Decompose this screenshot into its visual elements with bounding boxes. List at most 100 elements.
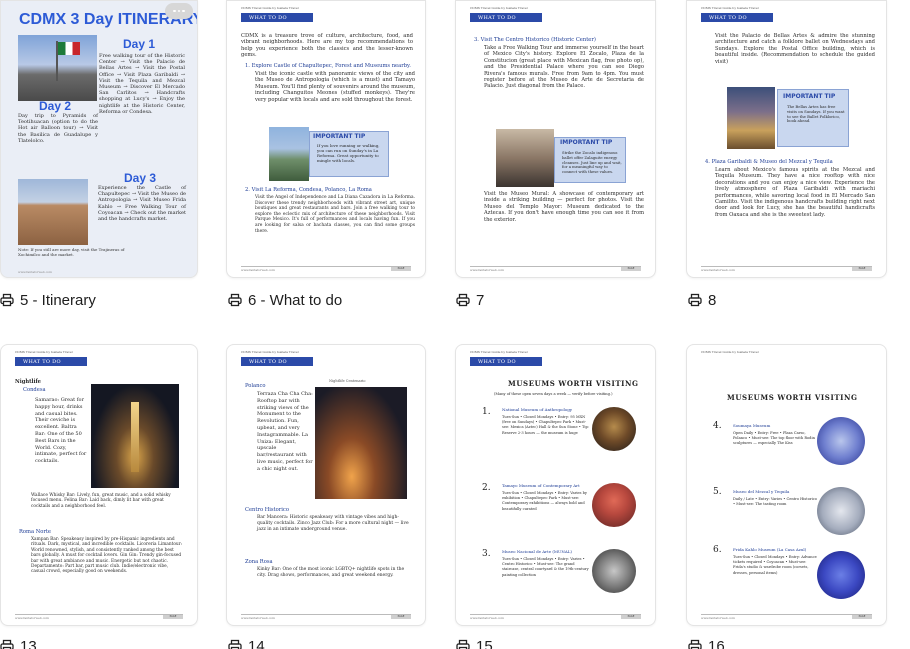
museum-details: Tues-Sun • Closed Mondays • Entry: Varie…: [502, 491, 587, 511]
page-label-text: 6 - What to do: [248, 291, 343, 309]
header-small: CDMX Travel Guide by Isabela Travel: [15, 350, 73, 354]
page-label-6[interactable]: 6 - What to do: [228, 290, 342, 310]
page-label-7[interactable]: 7: [456, 290, 484, 310]
zona-rosa-text: Kinky Bar: One of the most iconic LGBTQ+…: [257, 567, 405, 578]
footer-site: www.fantaforweb.com: [18, 270, 53, 274]
day1-heading: Day 1: [123, 37, 156, 51]
section-bar: WHAT TO DO: [241, 13, 313, 22]
bellas-artes-text: Visit the Palacio de Bellas Artes & admi…: [715, 33, 875, 65]
museum-details: Tues-Sun • Closed Mondays • Entry: Varie…: [502, 557, 589, 577]
condesa-more-text: Wallace Whisky Bar: Lively, fun, great m…: [31, 493, 171, 509]
header-small: CDMX Travel Guide by Isabela Travel: [470, 350, 528, 354]
page-footer: www.fantaforweb.com PAGE: [470, 614, 641, 620]
centro-heading: Centro Historico: [245, 507, 289, 513]
night-street-photo: [315, 387, 407, 499]
museums-title: MUSEUMS WORTH VISITING: [508, 379, 639, 388]
museum-photo: [817, 417, 865, 465]
item1-text: Visit the iconic castle with panoramic v…: [255, 71, 415, 103]
printer-icon: [456, 639, 470, 649]
item3-heading: 3. Visit The Centro Historico (Historic …: [474, 37, 596, 43]
section-bar: WHAT TO DO: [15, 357, 87, 366]
museum-details: Tues-Sun • Closed Mondays • Entry: 95 MX…: [502, 415, 590, 435]
page-footer: www.fantaforweb.com PAGE: [470, 266, 641, 272]
page-label-text: 5 - Itinerary: [20, 291, 96, 309]
item3-text: Take a Free Walking Tour and immerse you…: [484, 45, 644, 90]
page-thumbnail-8[interactable]: CDMX Travel Guide by Isabela Travel WHAT…: [686, 0, 887, 278]
page-label-15[interactable]: 15: [456, 636, 493, 649]
section-bar: WHAT TO DO: [241, 357, 313, 366]
museum-number: 5.: [713, 487, 722, 497]
day3-text: Experience the Castle of Chapultepec → V…: [98, 185, 186, 223]
page-thumbnail-13[interactable]: CDMX Travel Guide by Isabela Travel WHAT…: [0, 344, 198, 626]
page-thumbnail-5[interactable]: CDMX 3 Day ITINERARY Day 1 Free walking …: [0, 0, 198, 278]
day2-heading: Day 2: [39, 99, 72, 113]
nightlife-heading: Nightlife: [15, 379, 41, 385]
museum-name: Frida Kahlo Museum (La Casa Azul): [733, 547, 807, 552]
itinerary-note: Note: If you still are more day, visit t…: [18, 247, 125, 257]
condesa-text: Samarao: Great for happy hour, drinks an…: [35, 397, 87, 465]
museum-name: Museo del Mezcal y Tequila: [733, 489, 790, 494]
museum-number: 2.: [482, 483, 491, 493]
header-small: CDMX Travel Guide by Isabela Travel: [470, 6, 528, 10]
more-options-icon[interactable]: [165, 3, 193, 19]
page-thumbnail-6[interactable]: CDMX Travel Guide by Isabela Travel WHAT…: [226, 0, 426, 278]
page-label-14[interactable]: 14: [228, 636, 265, 649]
printer-icon: [228, 293, 242, 307]
section-bar: WHAT TO DO: [470, 357, 542, 366]
page-label-16[interactable]: 16: [688, 636, 725, 649]
museum-photo: [592, 407, 636, 451]
page-label-5[interactable]: 5 - Itinerary: [0, 290, 96, 310]
page-footer: www.fantaforweb.com PAGE: [15, 614, 183, 620]
page-footer: www.fantaforweb.com PAGE: [701, 266, 872, 272]
page-label-13[interactable]: 13: [0, 636, 37, 649]
page-label-text: 7: [476, 291, 485, 309]
museum-number: 6.: [713, 545, 722, 555]
museum-photo: [817, 487, 865, 535]
museum-name: Soumaya Museum: [733, 423, 771, 428]
important-tip-text: If you love running or walking, you can …: [317, 143, 380, 163]
intro-text: CDMX is a treasure trove of culture, arc…: [241, 33, 413, 59]
polanco-heading: Polanco: [245, 383, 266, 389]
printer-icon: [0, 293, 14, 307]
centro-text: Bar Mancera: Historic speakeasy with vin…: [257, 515, 409, 532]
section-bar: WHAT TO DO: [470, 13, 542, 22]
printer-icon: [688, 639, 702, 649]
page-label-text: 13: [20, 637, 37, 649]
header-small: CDMX Travel Guide by Isabela Travel: [241, 6, 299, 10]
important-tip-text: Strike the Zocalo indigenous ballet offe…: [562, 150, 622, 175]
page-label-text: 14: [248, 637, 265, 649]
page-thumbnail-14[interactable]: CDMX Travel Guide by Isabela Travel WHAT…: [226, 344, 426, 626]
museum-number: 3.: [482, 549, 491, 559]
day2-text: Day trip to Pyramids of Teotihuacan (opt…: [18, 113, 98, 144]
item4-heading: 4. Plaza Garibaldi & Museo del Mezcal y …: [705, 159, 833, 165]
polanco-text: Terraza Cha Cha Cha: Rooftop bar with st…: [257, 391, 313, 472]
section-bar: WHAT TO DO: [701, 13, 773, 22]
museums-title: MUSEUMS WORTH VISITING: [727, 393, 858, 402]
page-thumbnail-15[interactable]: CDMX Travel Guide by Isabela Travel WHAT…: [455, 344, 656, 626]
zocalo-flag-photo: [18, 35, 97, 101]
museum-photo: [592, 483, 636, 527]
castle-photo: [269, 127, 309, 181]
museum-details: Open Daily • Entry: Free • Plaza Carso, …: [733, 431, 815, 446]
page-thumbnail-grid: CDMX 3 Day ITINERARY Day 1 Free walking …: [0, 0, 910, 649]
photo-caption: Nightlife Centenario: [329, 379, 366, 383]
page-thumbnail-16[interactable]: CDMX Travel Guide by Isabela Travel MUSE…: [686, 344, 887, 626]
cathedral-photo: [18, 179, 88, 245]
important-tip-title: IMPORTANT TIP: [560, 139, 613, 146]
zona-rosa-heading: Zona Rosa: [245, 559, 273, 565]
page-thumbnail-7[interactable]: CDMX Travel Guide by Isabela Travel WHAT…: [455, 0, 656, 278]
zocalo-ritual-photo: [496, 129, 554, 187]
important-tip-title: IMPORTANT TIP: [783, 93, 836, 100]
header-small: CDMX Travel Guide by Isabela Travel: [701, 350, 759, 354]
item3-more-text: Visit the Museo Mural: A showcase of con…: [484, 191, 644, 223]
museum-photo: [817, 551, 865, 599]
roma-text: Xampan Bar: Speakeasy inspired by pre-Hi…: [31, 537, 183, 575]
bellas-artes-photo: [727, 87, 775, 149]
museum-photo: [592, 549, 636, 593]
page-label-8[interactable]: 8: [688, 290, 716, 310]
museum-number: 4.: [713, 421, 722, 431]
day1-text: Free walking tour of the Historic Center…: [99, 53, 185, 115]
important-tip-title: IMPORTANT TIP: [313, 133, 366, 140]
roma-heading: Roma Norte: [19, 529, 51, 535]
printer-icon: [456, 293, 470, 307]
